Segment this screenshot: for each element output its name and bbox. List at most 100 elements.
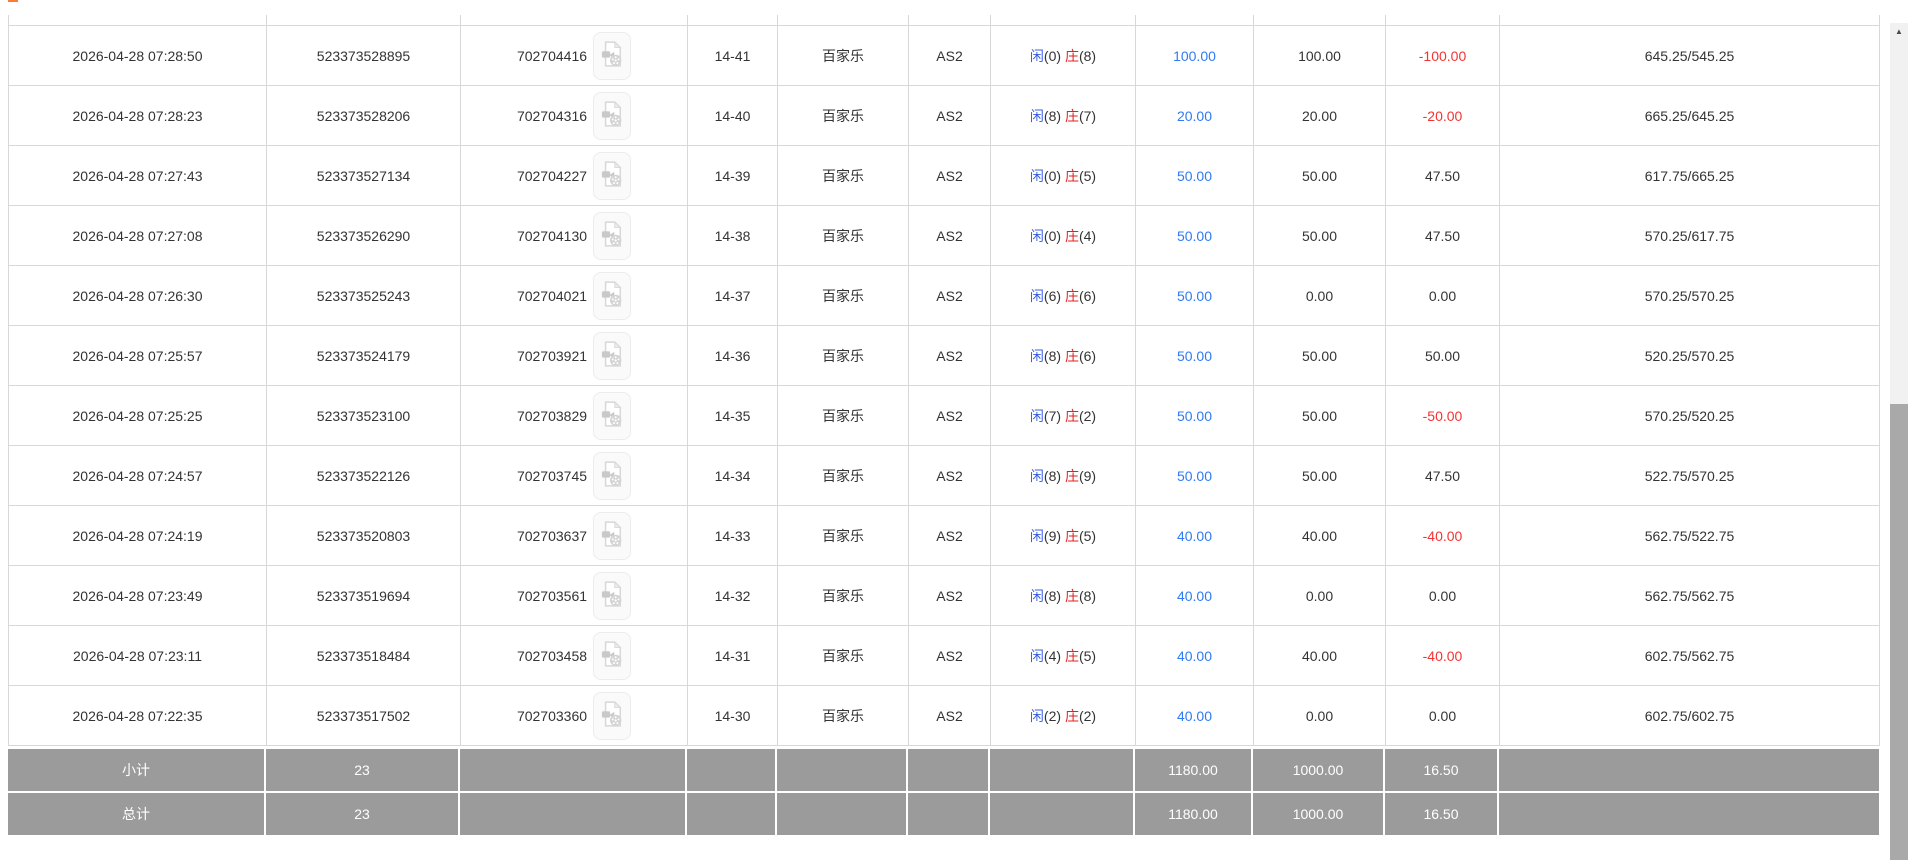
bet-amount-link[interactable]: 40.00: [1177, 588, 1212, 604]
scrollbar-up-arrow[interactable]: ▲: [1890, 23, 1908, 40]
win-loss-cell: -50.00: [1385, 385, 1500, 446]
bet-amount-link[interactable]: 40.00: [1177, 708, 1212, 724]
table-name-cell: AS2: [908, 325, 991, 386]
game-name-cell: 百家乐: [777, 325, 909, 386]
bet-amount-link[interactable]: 50.00: [1177, 168, 1212, 184]
total-valid-amount: 1000.00: [1253, 793, 1383, 835]
bet-amount-link[interactable]: 50.00: [1177, 468, 1212, 484]
bet-amount-link[interactable]: 50.00: [1177, 228, 1212, 244]
video-replay-button[interactable]: [593, 271, 632, 320]
result-cell: 闲(9) 庄(5): [990, 505, 1136, 566]
video-replay-button[interactable]: [593, 31, 632, 80]
scrollbar-thumb[interactable]: [1890, 404, 1908, 860]
win-loss-cell: 50.00: [1385, 325, 1500, 386]
round-cell: 14-39: [687, 145, 778, 206]
banker-label: 庄: [1064, 287, 1079, 304]
player-score: (0): [1043, 167, 1062, 184]
video-file-icon: [601, 219, 623, 252]
game-id-text: 702703637: [516, 527, 588, 544]
video-replay-button[interactable]: [593, 451, 632, 500]
result-cell: 闲(0) 庄(5): [990, 145, 1136, 206]
total-win-loss: 16.50: [1385, 793, 1497, 835]
game-id-text: 702703745: [516, 467, 588, 484]
win-loss-cell: 0.00: [1385, 685, 1500, 746]
bet-time-cell: 2026-04-28 07:22:35: [8, 685, 267, 746]
table-row: 2026-04-28 07:26:30 523373525243 7027040…: [8, 265, 1880, 326]
banker-label: 庄: [1064, 647, 1079, 664]
video-replay-button[interactable]: [593, 691, 632, 740]
game-id-cell: 702704227: [460, 145, 688, 206]
bet-amount-cell: 50.00: [1135, 445, 1254, 506]
game-id-text: 702704227: [516, 167, 588, 184]
player-score: (2): [1043, 707, 1062, 724]
bet-amount-link[interactable]: 50.00: [1177, 408, 1212, 424]
banker-score: (5): [1078, 647, 1097, 664]
game-name-cell: 百家乐: [777, 625, 909, 686]
valid-amount-cell: 0.00: [1253, 565, 1386, 626]
table-body: 2026-04-28 07:28:50 523373528895 7027044…: [8, 15, 1880, 746]
video-replay-button[interactable]: [593, 211, 632, 260]
game-id-cell: 702703360: [460, 685, 688, 746]
bet-amount-link[interactable]: 100.00: [1173, 48, 1216, 64]
table-row: 2026-04-28 07:24:19 523373520803 7027036…: [8, 505, 1880, 566]
bet-time-cell: 2026-04-28 07:25:57: [8, 325, 267, 386]
bet-records-page: 2026-04-28 07:28:50 523373528895 7027044…: [0, 0, 1908, 860]
subtotal-bet-amount: 1180.00: [1135, 749, 1251, 791]
valid-amount-cell: 20.00: [1253, 85, 1386, 146]
video-replay-button[interactable]: [593, 571, 632, 620]
bet-amount-cell: 50.00: [1135, 265, 1254, 326]
player-score: (9): [1043, 527, 1062, 544]
player-score: (4): [1043, 647, 1062, 664]
result-cell: 闲(2) 庄(2): [990, 685, 1136, 746]
player-score: (8): [1043, 587, 1062, 604]
round-cell: 14-36: [687, 325, 778, 386]
result-cell: 闲(0) 庄(8): [990, 25, 1136, 86]
player-score: (7): [1043, 407, 1062, 424]
balance-cell: 562.75/522.75: [1499, 505, 1880, 566]
table-name-cell: AS2: [908, 625, 991, 686]
clipped-top-row: [8, 15, 1880, 26]
video-replay-button[interactable]: [593, 391, 632, 440]
banker-label: 庄: [1064, 47, 1079, 64]
round-cell: 14-40: [687, 85, 778, 146]
bet-amount-link[interactable]: 40.00: [1177, 648, 1212, 664]
order-id-cell: 523373525243: [266, 265, 461, 326]
video-replay-button[interactable]: [593, 331, 632, 380]
valid-amount-cell: 50.00: [1253, 205, 1386, 266]
vertical-scrollbar[interactable]: ▲: [1890, 23, 1908, 860]
video-file-icon: [601, 279, 623, 312]
round-cell: 14-30: [687, 685, 778, 746]
bet-amount-cell: 20.00: [1135, 85, 1254, 146]
banker-score: (4): [1078, 227, 1097, 244]
bet-amount-link[interactable]: 20.00: [1177, 108, 1212, 124]
player-label: 闲: [1029, 107, 1044, 124]
video-replay-button[interactable]: [593, 511, 632, 560]
bet-time-cell: 2026-04-28 07:27:08: [8, 205, 267, 266]
banker-score: (2): [1078, 707, 1097, 724]
bet-amount-link[interactable]: 50.00: [1177, 348, 1212, 364]
bet-amount-link[interactable]: 40.00: [1177, 528, 1212, 544]
game-name-cell: 百家乐: [777, 205, 909, 266]
video-replay-button[interactable]: [593, 151, 632, 200]
balance-cell: 602.75/562.75: [1499, 625, 1880, 686]
result-cell: 闲(7) 庄(2): [990, 385, 1136, 446]
win-loss-cell: -100.00: [1385, 25, 1500, 86]
balance-cell: 645.25/545.25: [1499, 25, 1880, 86]
table-name-cell: AS2: [908, 445, 991, 506]
order-id-cell: 523373524179: [266, 325, 461, 386]
bet-records-table: 2026-04-28 07:28:50 523373528895 7027044…: [8, 15, 1880, 746]
game-id-text: 702704021: [516, 287, 588, 304]
video-replay-button[interactable]: [593, 91, 632, 140]
bet-amount-link[interactable]: 50.00: [1177, 288, 1212, 304]
result-cell: 闲(8) 庄(6): [990, 325, 1136, 386]
game-id-text: 702703921: [516, 347, 588, 364]
table-name-cell: AS2: [908, 265, 991, 326]
video-file-icon: [601, 639, 623, 672]
video-file-icon: [601, 699, 623, 732]
player-label: 闲: [1029, 47, 1044, 64]
video-replay-button[interactable]: [593, 631, 632, 680]
balance-cell: 570.25/617.75: [1499, 205, 1880, 266]
banker-score: (6): [1078, 287, 1097, 304]
valid-amount-cell: 0.00: [1253, 265, 1386, 326]
win-loss-cell: 47.50: [1385, 445, 1500, 506]
